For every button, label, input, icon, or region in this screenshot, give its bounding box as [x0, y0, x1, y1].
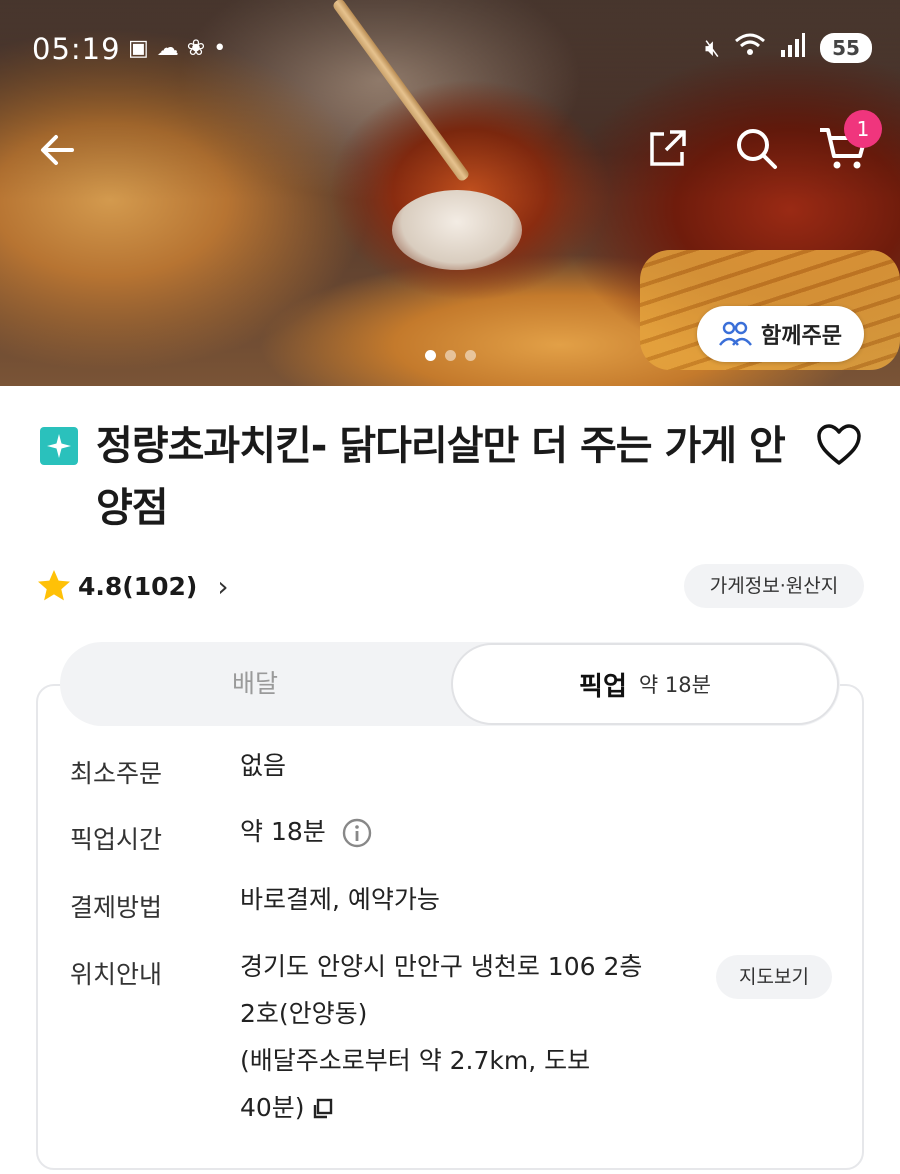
sparkle-badge-icon [40, 427, 78, 465]
tab-pickup-label: 픽업 [579, 671, 627, 702]
carousel-dot [425, 350, 436, 361]
favorite-button[interactable] [815, 422, 863, 468]
search-icon [737, 129, 777, 169]
store-name: 정량초과치킨- 닭다리살만 더 주는 가게 안양점 [96, 423, 786, 531]
detail-label: 결제방법 [70, 893, 163, 922]
signal-icon [780, 32, 806, 64]
order-type-tabs: 배달 픽업 약 18분 [60, 642, 840, 726]
detail-label: 픽업시간 [70, 825, 163, 854]
battery-icon: 55 [820, 33, 872, 63]
group-order-button[interactable]: 함께주문 [697, 306, 864, 362]
tab-delivery[interactable]: 배달 [60, 642, 450, 726]
rating-link[interactable]: 4.8(102) › [36, 568, 229, 604]
paw-icon: ❀ [186, 36, 214, 61]
address-line: 경기도 안양시 만안구 냉천로 106 2층 [240, 952, 643, 981]
distance-line: (배달주소로부터 약 2.7km, 도보 [240, 1046, 591, 1075]
view-map-button[interactable]: 지도보기 [716, 955, 832, 999]
status-left-icons: ▣☁❀• [128, 36, 234, 61]
status-time: 05:19 [32, 32, 121, 66]
rating-score: 4.8(102) [78, 571, 198, 601]
detail-label: 최소주문 [70, 759, 163, 788]
detail-value-wrap: 약 18분 [240, 808, 700, 855]
group-order-label: 함께주문 [761, 324, 842, 349]
dot-icon: • [213, 36, 235, 61]
status-bar: 05:19 ▣☁❀• 🔇︎ 55 [0, 0, 900, 100]
people-icon [719, 321, 752, 346]
detail-value: 약 18분 [240, 817, 326, 846]
location-value: 경기도 안양시 만안구 냉천로 106 2층 2호(안양동) (배달주소로부터 … [240, 943, 700, 1131]
detail-value: 바로결제, 예약가능 [240, 885, 440, 914]
address-line: 2호(안양동) [240, 999, 368, 1028]
chevron-right-icon: › [217, 569, 229, 603]
detail-value: 없음 [240, 751, 287, 780]
tab-pickup-eta: 약 18분 [638, 673, 711, 697]
star-icon [38, 570, 70, 601]
sauce-dip-graphic [392, 190, 522, 270]
wifi-icon [734, 32, 766, 64]
heart-icon [817, 424, 861, 465]
tab-pickup[interactable]: 픽업 약 18분 [451, 643, 839, 725]
share-button[interactable] [648, 128, 688, 168]
back-button[interactable] [36, 128, 80, 172]
status-right-icons: 🔇︎ 55 [705, 32, 872, 64]
weather-icon: ☁ [156, 36, 187, 61]
detail-label: 위치안내 [70, 960, 163, 989]
distance-line: 40분) [240, 1093, 305, 1122]
carousel-dot [445, 350, 456, 361]
carousel-indicator [425, 350, 476, 361]
store-info-button[interactable]: 가게정보·원산지 [684, 564, 864, 608]
copy-icon[interactable] [311, 1097, 335, 1121]
cart-count-badge: 1 [844, 110, 882, 148]
screenshot-icon: ▣ [128, 36, 157, 61]
info-icon[interactable] [342, 818, 372, 848]
mute-icon: 🔇︎ [704, 34, 720, 62]
search-button[interactable] [734, 126, 778, 170]
carousel-dot [465, 350, 476, 361]
share-icon [650, 130, 686, 166]
arrow-left-icon [41, 135, 74, 165]
